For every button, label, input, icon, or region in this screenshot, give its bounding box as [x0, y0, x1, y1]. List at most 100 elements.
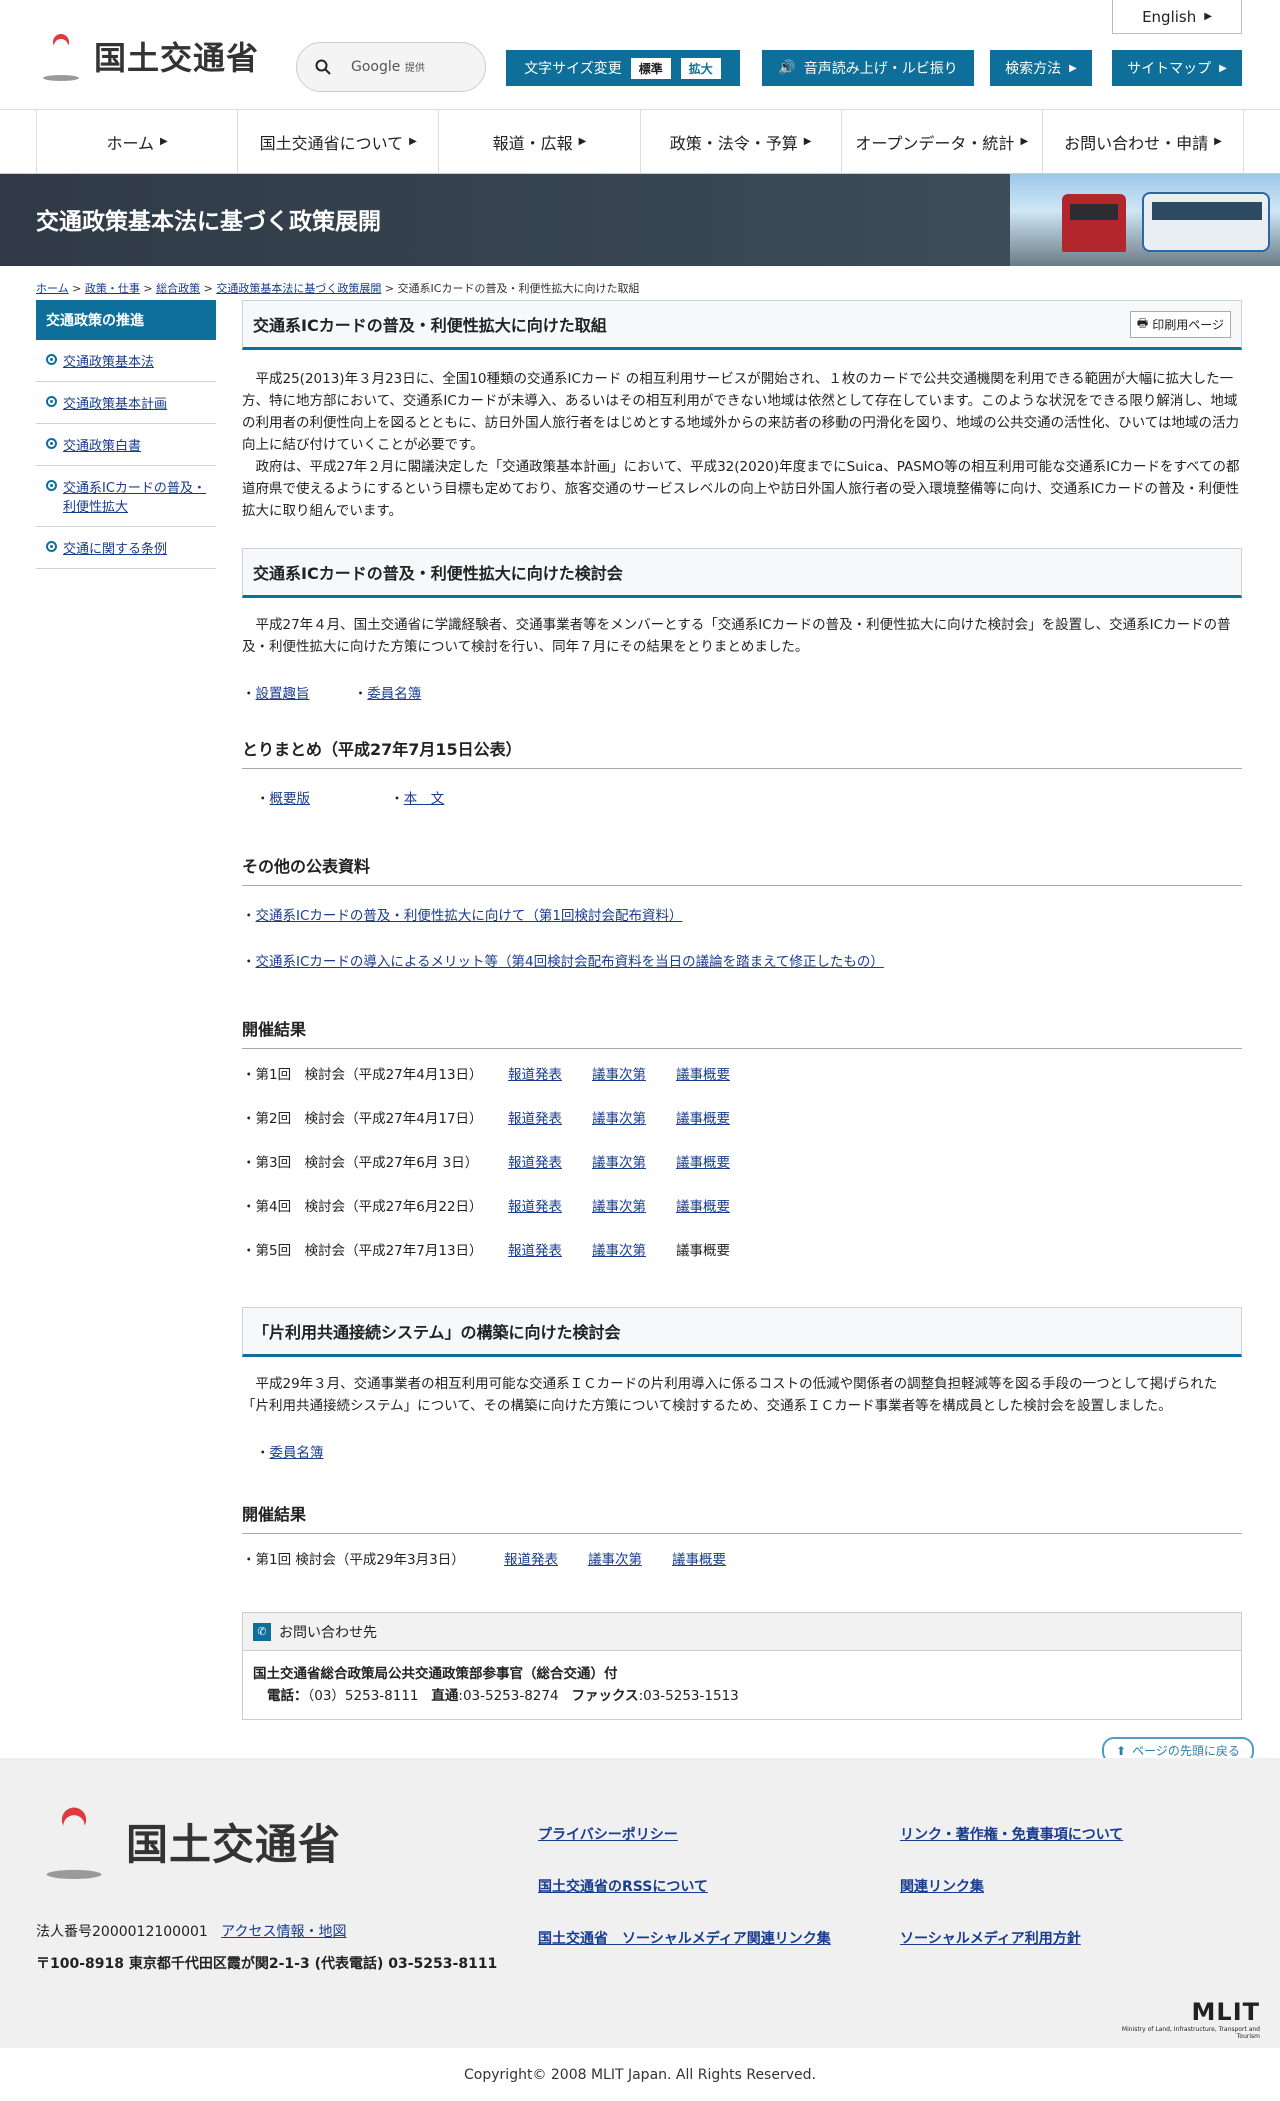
footer-logo-text: 国土交通省	[126, 1819, 342, 1869]
nav-item-contact[interactable]: お問い合わせ・申請 ▶	[1041, 110, 1245, 173]
copyright-link[interactable]: リンク・著作権・免責事項について	[900, 1824, 1123, 1844]
nav-item-home[interactable]: ホーム ▶	[36, 110, 237, 173]
search-input[interactable]: Google 提供	[351, 59, 425, 75]
agenda-link[interactable]: 議事次第	[588, 1548, 672, 1568]
nav-item-opendata[interactable]: オープンデータ・統計 ▶	[840, 110, 1042, 173]
chevron-right-icon: ▶	[160, 136, 168, 147]
print-button[interactable]: 🖶 印刷用ページ	[1129, 311, 1231, 338]
results-heading: 開催結果	[242, 1501, 1242, 1534]
result-row: ・第3回 検討会（平成27年6月 3日） 報道発表 議事次第 議事概要	[242, 1139, 1242, 1183]
press-release-link[interactable]: 報道発表	[504, 1548, 588, 1568]
privacy-policy-link[interactable]: プライバシーポリシー	[538, 1824, 678, 1844]
press-release-link[interactable]: 報道発表	[508, 1195, 592, 1215]
mlit-logo: MLIT Ministry of Land, Infrastructure, T…	[1121, 1998, 1260, 2040]
agenda-link[interactable]: 議事次第	[592, 1151, 676, 1171]
social-policy-link[interactable]: ソーシャルメディア利用方針	[900, 1928, 1081, 1948]
minutes-link[interactable]: 議事概要	[672, 1548, 756, 1568]
link-row: ・交通系ICカードの導入によるメリット等（第4回検討会配布資料を当日の議論を踏ま…	[242, 954, 884, 970]
nav-item-policy[interactable]: 政策・法令・予算 ▶	[639, 110, 841, 173]
members-link[interactable]: 委員名簿	[270, 1445, 324, 1461]
main-content: 交通系ICカードの普及・利便性拡大に向けた取組 🖶 印刷用ページ 平成25(201…	[242, 300, 1242, 1720]
site-header: 国土交通省 Google 提供 English ▶ 文字サイズ変更 標準 拡大 🔊…	[0, 0, 1280, 110]
breadcrumb-link[interactable]: 交通政策基本法に基づく政策展開	[216, 282, 381, 295]
train-image	[1062, 194, 1126, 252]
english-button[interactable]: English ▶	[1112, 0, 1242, 34]
read-aloud-button[interactable]: 🔊 音声読み上げ・ルビ振り	[762, 50, 974, 86]
agenda-link[interactable]: 議事次第	[592, 1107, 676, 1127]
printer-icon: 🖶	[1136, 316, 1149, 330]
nav-item-press[interactable]: 報道・広報 ▶	[438, 110, 639, 173]
search-icon[interactable]	[315, 59, 331, 75]
material-link[interactable]: 交通系ICカードの導入によるメリット等（第4回検討会配布資料を当日の議論を踏まえ…	[256, 954, 884, 970]
search-method-button[interactable]: 検索方法 ▶	[990, 50, 1092, 86]
link-row: ・委員名簿	[256, 1445, 324, 1461]
font-size-normal-button[interactable]: 標準	[629, 56, 672, 80]
footer-logo[interactable]: 国土交通省	[36, 1800, 341, 1882]
speaker-icon: 🔊	[778, 60, 796, 76]
summary-outline-link[interactable]: 概要版	[270, 791, 311, 807]
intro-paragraph: 平成25(2013)年３月23日に、全国10種類の交通系ICカード の相互利用サ…	[242, 371, 1239, 453]
section-paragraph: 平成27年４月、国土交通省に学識経験者、交通事業者等をメンバーとする「交通系IC…	[242, 617, 1231, 655]
sidebar-item-active[interactable]: 交通系ICカードの普及・利便性拡大	[36, 466, 216, 527]
circle-arrow-icon	[46, 541, 57, 552]
results-list: ・第1回 検討会（平成27年4月13日） 報道発表 議事次第 議事概要 ・第2回…	[242, 1051, 1242, 1271]
chevron-right-icon: ▶	[1214, 136, 1222, 147]
link-row: ・概要版 ・本 文	[256, 791, 445, 807]
sidebar-item[interactable]: 交通に関する条例	[36, 527, 216, 569]
chevron-right-icon: ▶	[578, 136, 587, 147]
footer-info: 法人番号2000012100001 アクセス情報・地図 〒100-8918 東京…	[36, 1916, 497, 1980]
breadcrumb-link[interactable]: 総合政策	[156, 282, 200, 295]
rss-link[interactable]: 国土交通省のRSSについて	[538, 1876, 708, 1896]
summary-body-link[interactable]: 本 文	[404, 791, 445, 807]
press-release-link[interactable]: 報道発表	[508, 1107, 592, 1127]
contact-org: 国土交通省総合政策局公共交通政策部参事官（総合交通）付	[253, 1666, 618, 1682]
purpose-link[interactable]: 設置趣旨	[256, 686, 310, 702]
banner-image	[1010, 174, 1280, 266]
circle-arrow-icon	[46, 396, 57, 407]
access-link[interactable]: アクセス情報・地図	[221, 1924, 346, 1940]
bus-image	[1142, 192, 1270, 252]
global-nav: ホーム ▶ 国土交通省について ▶ 報道・広報 ▶ 政策・法令・予算 ▶ オープンデータ…	[0, 110, 1280, 174]
main-area: 交通政策の推進 交通政策基本法 交通政策基本計画 交通政策白書 交通系ICカード…	[0, 300, 1280, 1750]
agenda-link[interactable]: 議事次第	[592, 1239, 676, 1259]
breadcrumb-link[interactable]: 政策・仕事	[85, 282, 140, 295]
sidebar-item[interactable]: 交通政策白書	[36, 424, 216, 466]
social-links-link[interactable]: 国土交通省 ソーシャルメディア関連リンク集	[538, 1928, 831, 1948]
result-row: ・第5回 検討会（平成27年7月13日） 報道発表 議事次第 議事概要	[242, 1227, 1242, 1271]
contact-body: 国土交通省総合政策局公共交通政策部参事官（総合交通）付 電話：（03）5253-…	[243, 1651, 1241, 1719]
minutes-link[interactable]: 議事概要	[676, 1195, 760, 1215]
results-heading: 開催結果	[242, 1016, 1242, 1049]
contact-heading: ✆ お問い合わせ先	[243, 1613, 1241, 1651]
site-logo-text: 国土交通省	[94, 39, 260, 77]
intro-paragraph: 政府は、平成27年２月に閣議決定した「交通政策基本計画」において、平成32(20…	[242, 459, 1240, 519]
nav-item-about[interactable]: 国土交通省について ▶	[237, 110, 438, 173]
minutes-link[interactable]: 議事概要	[676, 1151, 760, 1171]
site-logo[interactable]: 国土交通省	[36, 30, 259, 82]
contact-numbers: 電話：（03）5253-8111 直通:03-5253-8274 ファックス:0…	[267, 1688, 739, 1704]
minutes-link[interactable]: 議事概要	[676, 1107, 760, 1127]
members-link[interactable]: 委員名簿	[367, 686, 421, 702]
search-box[interactable]: Google 提供	[296, 42, 486, 92]
material-link[interactable]: 交通系ICカードの普及・利便性拡大に向けて（第1回検討会配布資料）	[256, 908, 683, 924]
copyright: Copyright© 2008 MLIT Japan. All Rights R…	[464, 2066, 816, 2083]
result-row: ・第4回 検討会（平成27年6月22日） 報道発表 議事次第 議事概要	[242, 1183, 1242, 1227]
press-release-link[interactable]: 報道発表	[508, 1063, 592, 1083]
breadcrumb-current: 交通系ICカードの普及・利便性拡大に向けた取組	[397, 282, 640, 295]
chevron-right-icon: ▶	[409, 136, 417, 147]
site-footer: 国土交通省 法人番号2000012100001 アクセス情報・地図 〒100-8…	[0, 1758, 1280, 2048]
minutes-link[interactable]: 議事概要	[676, 1063, 760, 1083]
font-size-control: 文字サイズ変更 標準 拡大	[506, 50, 740, 86]
sidebar-item[interactable]: 交通政策基本法	[36, 340, 216, 382]
result-row: ・第1回 検討会（平成27年4月13日） 報道発表 議事次第 議事概要	[242, 1051, 1242, 1095]
link-row: ・交通系ICカードの普及・利便性拡大に向けて（第1回検討会配布資料）	[242, 908, 683, 924]
press-release-link[interactable]: 報道発表	[508, 1239, 592, 1259]
related-links-link[interactable]: 関連リンク集	[900, 1876, 984, 1896]
footer-address: 〒100-8918 東京都千代田区霞が関2-1-3 (代表電話) 03-5253…	[36, 1956, 498, 1972]
font-size-large-button[interactable]: 拡大	[679, 56, 722, 80]
sitemap-button[interactable]: サイトマップ ▶	[1112, 50, 1242, 86]
sidebar-item[interactable]: 交通政策基本計画	[36, 382, 216, 424]
press-release-link[interactable]: 報道発表	[508, 1151, 592, 1171]
agenda-link[interactable]: 議事次第	[592, 1195, 676, 1215]
agenda-link[interactable]: 議事次第	[592, 1063, 676, 1083]
breadcrumb-link[interactable]: ホーム	[36, 282, 69, 295]
